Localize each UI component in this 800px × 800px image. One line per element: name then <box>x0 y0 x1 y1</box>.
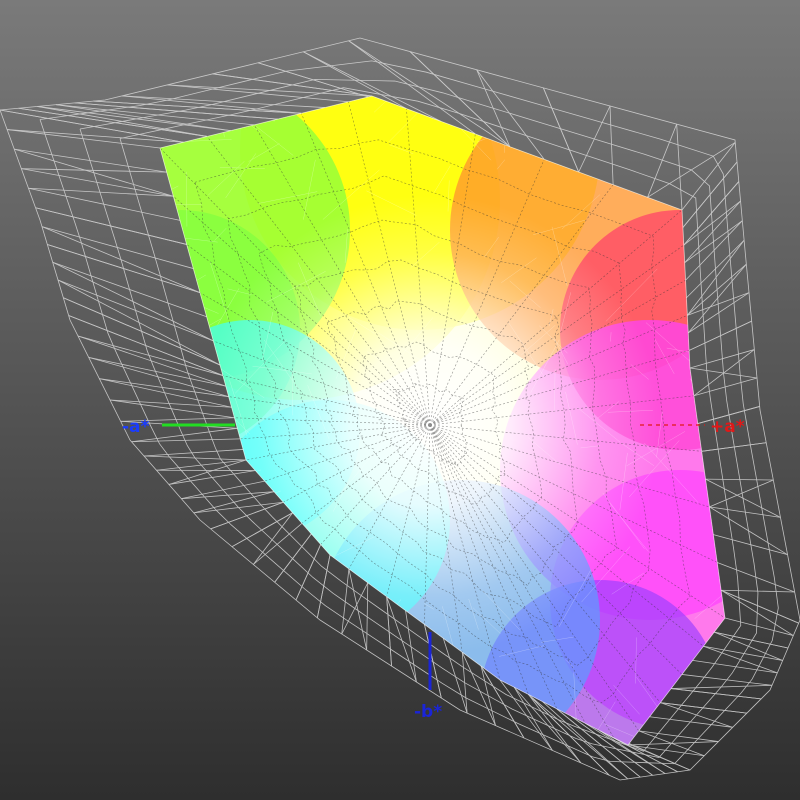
pos-a-axis-label: +a* <box>710 417 745 437</box>
neg-b-axis-label: -b* <box>414 702 442 722</box>
gamut-3d-view: -a* +a* -b* <box>0 0 800 800</box>
neg-a-axis-label: -a* <box>122 417 150 437</box>
